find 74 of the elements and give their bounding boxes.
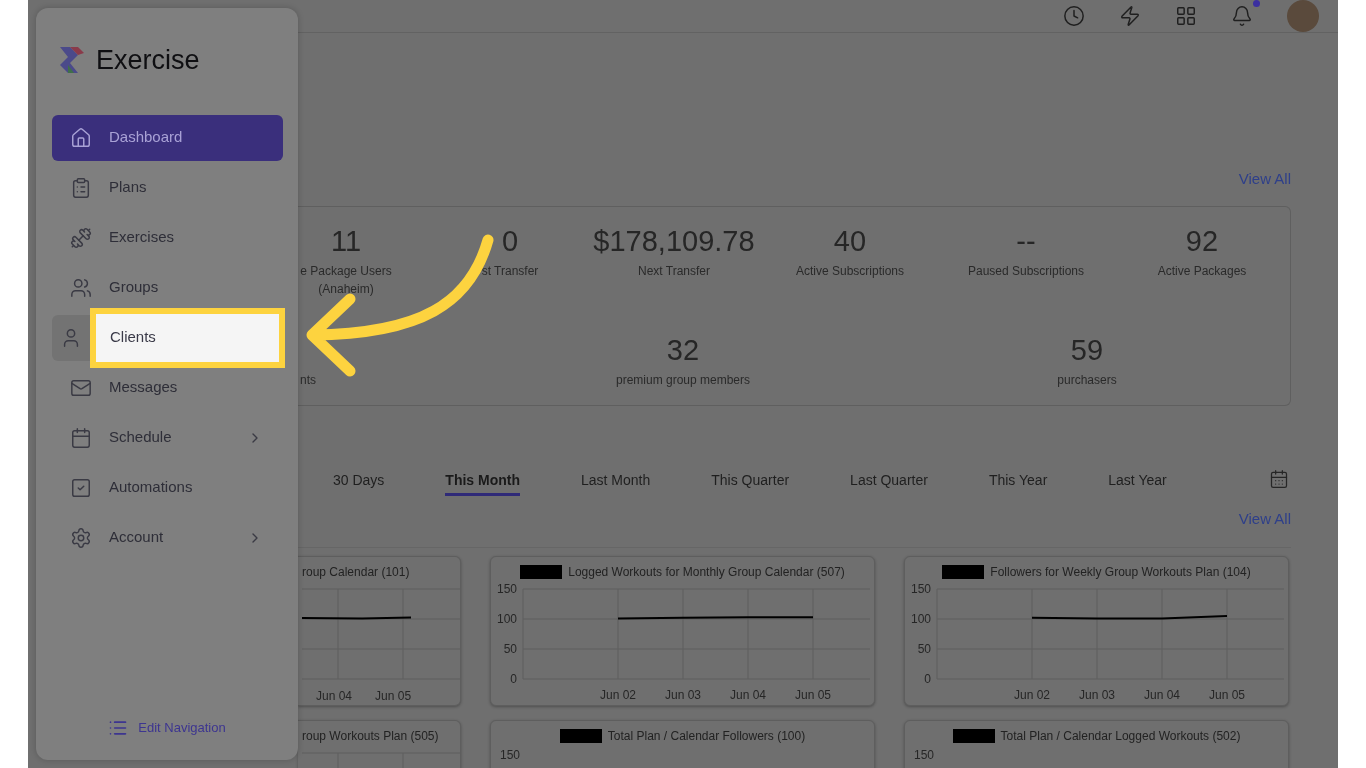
period-tab[interactable]: Last Year (1108, 470, 1167, 496)
nav-item[interactable]: Dashboard (52, 114, 283, 161)
x-tick-label: Jun 02 (600, 688, 636, 702)
chart-title: Logged Workouts for Monthly Group Calendar (507) (568, 564, 845, 581)
x-tick-label: Jun 05 (795, 688, 831, 702)
stat-label: st Transfer (481, 263, 539, 280)
x-tick-label: Jun 04 (316, 688, 353, 705)
x-tick-label: Jun 05 (1209, 688, 1245, 702)
y-tick-label: 50 (917, 642, 931, 656)
stat-label: Active Packages (1157, 263, 1247, 280)
stat-label: Next Transfer (638, 263, 710, 280)
chart-title: roup Calendar (101) (302, 564, 410, 581)
dumbbell-icon (69, 226, 92, 249)
x-tick-label: Jun 04 (730, 688, 766, 702)
history-icon[interactable] (1063, 5, 1085, 27)
x-tick-label: Jun 03 (1079, 688, 1115, 702)
period-tab[interactable]: This Quarter (711, 470, 790, 496)
x-tick-label: Jun 02 (1014, 688, 1050, 702)
chart-title: Total Plan / Calendar Followers (100) (607, 728, 806, 745)
highlight-box: Clients (90, 307, 285, 368)
y-tick-label: 150 (910, 582, 931, 596)
nav-item[interactable]: Schedule (52, 414, 283, 461)
house-icon (69, 126, 92, 149)
stat-value: 40 (833, 224, 867, 258)
y-tick-label: 150 (500, 747, 522, 764)
apps-grid-icon[interactable] (1175, 5, 1197, 27)
y-tick-label: 50 (503, 642, 517, 656)
period-tab[interactable]: 30 Days (333, 470, 385, 496)
stat-value: $178,109.78 (593, 224, 755, 258)
period-tab[interactable]: Last Quarter (850, 470, 928, 496)
y-tick-label: 0 (924, 672, 931, 686)
edit-navigation-link[interactable]: Edit Navigation (108, 718, 226, 738)
lightning-icon[interactable] (1119, 5, 1141, 27)
y-tick-label: 150 (496, 582, 517, 596)
stat-label: nts (300, 372, 316, 389)
nav-item[interactable]: Account (52, 514, 283, 561)
calendar-icon (69, 426, 92, 449)
people-icon (69, 276, 92, 299)
list-icon (108, 718, 129, 738)
y-tick-label: 0 (510, 672, 517, 686)
period-tab[interactable]: This Month (445, 470, 520, 496)
view-all-link[interactable]: View All (1238, 508, 1291, 526)
x-tick-label: Jun 05 (375, 688, 412, 705)
stat-value: 32 (666, 333, 700, 367)
stat-label: e Package Users (Anaheim) (299, 263, 393, 298)
stat-value: 92 (1185, 224, 1219, 258)
nav-item[interactable]: Clients (52, 307, 285, 368)
calendar-icon[interactable] (1269, 469, 1289, 489)
notification-bell-icon[interactable] (1231, 5, 1253, 27)
view-all-link[interactable]: View All (1238, 168, 1291, 186)
stat-value: 0 (501, 224, 519, 258)
stat-label: premium group members (615, 372, 750, 389)
x-tick-label: Jun 03 (665, 688, 701, 702)
stat-value: 11 (330, 224, 362, 258)
checkbox-icon (69, 476, 92, 499)
nav-item[interactable]: Exercises (52, 214, 283, 261)
stat-label: purchasers (1057, 372, 1117, 389)
y-tick-label: 150 (914, 747, 936, 764)
stat-value: 59 (1070, 333, 1104, 367)
y-tick-label: 100 (910, 612, 931, 626)
nav-item[interactable]: Plans (52, 164, 283, 211)
period-tab[interactable]: Last Month (581, 470, 651, 496)
nav-item[interactable]: Automations (52, 464, 283, 511)
chart-title: Followers for Weekly Group Workouts Plan (104) (990, 564, 1251, 581)
stat-label: Paused Subscriptions (967, 263, 1085, 280)
stat-label: Active Subscriptions (795, 263, 904, 280)
brand-name: Exercise (96, 44, 200, 77)
settings-icon (69, 526, 92, 549)
chart-title: Total Plan / Calendar Logged Workouts (502) (1000, 728, 1241, 745)
x-tick-label: Jun 04 (1144, 688, 1180, 702)
chart-title: roup Workouts Plan (505) (302, 728, 439, 745)
stat-value: -- (1016, 224, 1036, 258)
period-tab[interactable]: This Year (988, 470, 1048, 496)
y-tick-label: 100 (496, 612, 517, 626)
